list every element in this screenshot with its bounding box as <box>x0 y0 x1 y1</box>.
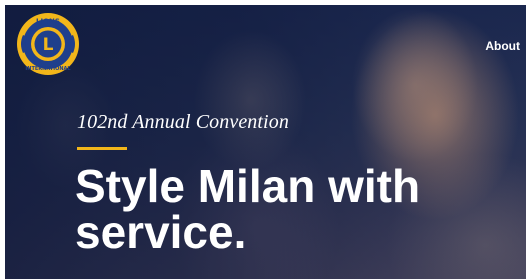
lions-emblem-icon: L LIONS INTERNATIONAL <box>17 13 79 75</box>
logo-bottom-text: INTERNATIONAL <box>25 66 71 72</box>
headline-line-2: service. <box>75 206 247 258</box>
nav-about-link[interactable]: About <box>485 39 520 53</box>
convention-subtitle: 102nd Annual Convention <box>77 111 289 133</box>
accent-divider <box>77 147 127 150</box>
hero-headline: Style Milan with service. <box>75 163 525 255</box>
lions-logo[interactable]: L LIONS INTERNATIONAL <box>15 11 81 77</box>
hero-banner: L LIONS INTERNATIONAL About 102nd Annual… <box>5 5 526 279</box>
logo-letter: L <box>43 35 54 55</box>
logo-top-text: LIONS <box>36 18 60 26</box>
headline-line-1: Style Milan with <box>75 160 421 212</box>
